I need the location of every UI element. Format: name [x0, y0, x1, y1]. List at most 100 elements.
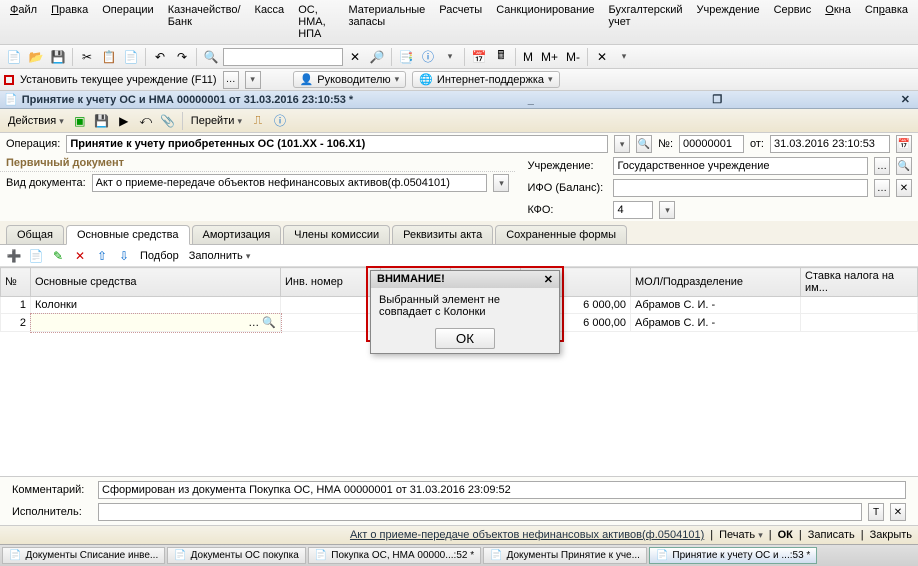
search-next-icon[interactable]: 🔎	[367, 47, 387, 67]
close-button[interactable]: Закрыть	[870, 529, 912, 541]
grid-cell[interactable]	[801, 297, 918, 314]
search-input[interactable]	[223, 48, 343, 66]
manager-button[interactable]: 👤 Руководителю ▾	[293, 71, 407, 88]
menu-item[interactable]: Справка	[859, 2, 914, 42]
comment-input[interactable]	[98, 481, 906, 499]
grid-cell[interactable]: Абрамов С. И. -	[631, 314, 801, 332]
row-up-icon[interactable]: ⇧	[92, 246, 112, 266]
help-icon[interactable]: ⓘ	[418, 47, 438, 67]
save-button[interactable]: Записать	[808, 529, 855, 541]
save-icon[interactable]: 💾	[48, 47, 68, 67]
menu-item[interactable]: ОС, НМА, НПА	[292, 2, 340, 42]
m-plus-icon[interactable]: M+	[538, 47, 561, 67]
executor-clear[interactable]: ✕	[890, 503, 906, 521]
redo-icon[interactable]: ↷	[172, 47, 192, 67]
selection-button[interactable]: Подбор	[136, 250, 183, 262]
menu-item[interactable]: Учреждение	[691, 2, 766, 42]
tab[interactable]: Сохраненные формы	[495, 225, 627, 244]
tab[interactable]: Амортизация	[192, 225, 282, 244]
set-org-label[interactable]: Установить текущее учреждение (F11)	[20, 74, 217, 86]
uchr-picker[interactable]: …	[874, 157, 890, 175]
footer-doc-type[interactable]: Акт о приеме-передаче объектов нефинансо…	[350, 529, 704, 541]
m-minus-icon[interactable]: M-	[563, 47, 583, 67]
struct-icon[interactable]: ⎍	[248, 111, 268, 131]
dialog-ok-button[interactable]: ОК	[435, 328, 495, 349]
tab[interactable]: Основные средства	[66, 225, 190, 245]
set-org-picker[interactable]: …	[223, 71, 239, 89]
grid-cell[interactable]	[281, 314, 381, 332]
doc-close-icon[interactable]: ✕	[897, 93, 914, 106]
grid-cell[interactable]: Колонки	[31, 297, 281, 314]
help-dropdown-icon[interactable]: ▾	[440, 47, 460, 67]
executor-input[interactable]	[98, 503, 862, 521]
m-icon[interactable]: M	[520, 47, 536, 67]
cut-icon[interactable]: ✂	[77, 47, 97, 67]
support-button[interactable]: 🌐 Интернет-поддержка ▾	[412, 71, 559, 88]
menu-item[interactable]: Файл	[4, 2, 43, 42]
paste-icon[interactable]: 📄	[121, 47, 141, 67]
vid-dropdown[interactable]: ▾	[493, 174, 509, 192]
menu-item[interactable]: Окна	[819, 2, 857, 42]
basis-icon[interactable]: 📎	[158, 111, 178, 131]
taskbar-item[interactable]: 📄Документы ОС покупка	[167, 547, 306, 564]
write-icon[interactable]: 💾	[92, 111, 112, 131]
docdate-calendar[interactable]: 📅	[896, 135, 912, 153]
docnum-input[interactable]	[679, 135, 744, 153]
grid-cell[interactable]: Абрамов С. И. -	[631, 297, 801, 314]
grid-cell[interactable]: 1	[1, 297, 31, 314]
ifo-input[interactable]	[613, 179, 868, 197]
cell-picker-icon[interactable]: … 🔍	[248, 316, 276, 329]
kfo-input[interactable]	[613, 201, 653, 219]
grid-cell[interactable]	[801, 314, 918, 332]
grid-col-header[interactable]: №	[1, 268, 31, 297]
calendar-icon[interactable]: 📅	[469, 47, 489, 67]
menu-item[interactable]: Операции	[96, 2, 159, 42]
taskbar-item[interactable]: 📄Документы Списание инве...	[2, 547, 165, 564]
grid-cell[interactable]: … 🔍	[31, 314, 281, 332]
find-icon[interactable]: 🔍	[201, 47, 221, 67]
ifo-picker[interactable]: …	[874, 179, 890, 197]
close2-icon[interactable]: ✕	[592, 47, 612, 67]
grid-col-header[interactable]: МОЛ/Подразделение	[631, 268, 801, 297]
taskbar-item[interactable]: 📄Принятие к учету ОС и ...:53 *	[649, 547, 817, 564]
uchr-lookup[interactable]: 🔍	[896, 157, 912, 175]
menu-item[interactable]: Сервис	[768, 2, 818, 42]
taskbar-item[interactable]: 📄Документы Принятие к уче...	[483, 547, 647, 564]
goto-menu[interactable]: Перейти ▾	[187, 115, 246, 127]
executor-picker[interactable]: T	[868, 503, 884, 521]
taskbar-item[interactable]: 📄Покупка ОС, НМА 00000...:52 *	[308, 547, 481, 564]
open-icon[interactable]: 📂	[26, 47, 46, 67]
print-button[interactable]: Печать ▾	[719, 529, 763, 541]
ifo-clear[interactable]: ✕	[896, 179, 912, 197]
calc-icon[interactable]: 🖩	[491, 47, 511, 67]
row-edit-icon[interactable]: ✎	[48, 246, 68, 266]
info2-icon[interactable]: ⓘ	[270, 111, 290, 131]
doc-minimize-icon[interactable]: _	[524, 94, 538, 106]
copy2-icon[interactable]: 📑	[396, 47, 416, 67]
grid-col-header[interactable]: Инв. номер	[281, 268, 381, 297]
menu-item[interactable]: Санкционирование	[490, 2, 600, 42]
close2-dropdown-icon[interactable]: ▾	[614, 47, 634, 67]
operation-lookup[interactable]: 🔍	[636, 135, 652, 153]
row-add-icon[interactable]: ➕	[4, 246, 24, 266]
tab[interactable]: Реквизиты акта	[392, 225, 493, 244]
operation-input[interactable]	[66, 135, 608, 153]
grid-col-header[interactable]: Основные средства	[31, 268, 281, 297]
menu-item[interactable]: Правка	[45, 2, 94, 42]
menu-item[interactable]: Казначейство/Банк	[162, 2, 247, 42]
grid-cell[interactable]: 2	[1, 314, 31, 332]
ok-button[interactable]: ОК	[778, 529, 793, 541]
unpost-icon[interactable]: ⤺	[136, 111, 156, 131]
set-org-dropdown[interactable]: ▾	[245, 71, 261, 89]
operation-dropdown[interactable]: ▾	[614, 135, 630, 153]
menu-item[interactable]: Материальные запасы	[342, 2, 431, 42]
row-down-icon[interactable]: ⇩	[114, 246, 134, 266]
grid-cell[interactable]	[281, 297, 381, 314]
kfo-dropdown[interactable]: ▾	[659, 201, 675, 219]
actions-menu[interactable]: Действия ▾	[4, 115, 68, 127]
uchr-input[interactable]	[613, 157, 868, 175]
clear-search-icon[interactable]: ✕	[345, 47, 365, 67]
menu-item[interactable]: Расчеты	[433, 2, 488, 42]
row-del-icon[interactable]: ✕	[70, 246, 90, 266]
fill-button[interactable]: Заполнить ▾	[185, 250, 255, 262]
